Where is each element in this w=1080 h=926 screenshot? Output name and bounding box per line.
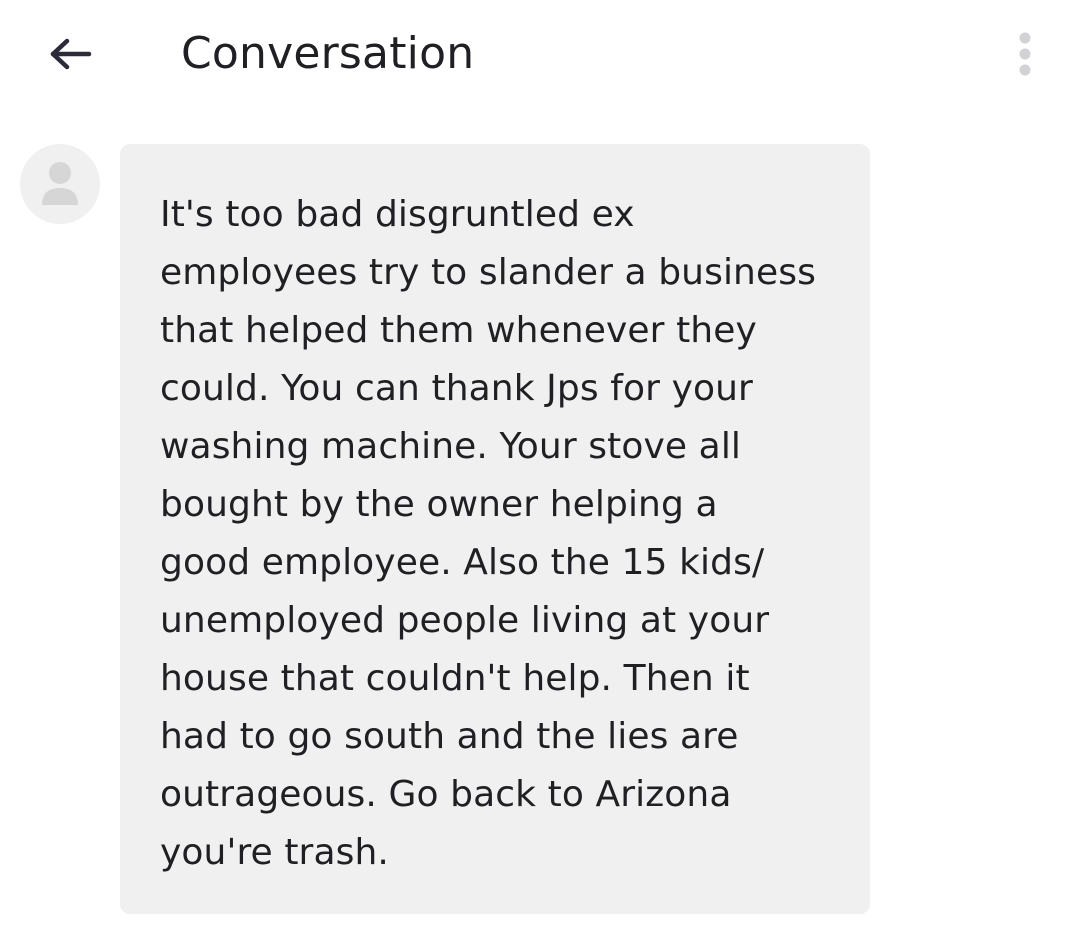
message-line: employees try to slander a business — [160, 252, 816, 293]
message-line: had to go south and the lies are — [160, 716, 739, 757]
app-header: Conversation — [0, 0, 1080, 110]
message-bubble: It's too bad disgruntled ex employees tr… — [120, 144, 870, 914]
arrow-left-icon — [50, 38, 92, 70]
message-line: washing machine. Your stove all — [160, 426, 742, 467]
message-text: It's too bad disgruntled ex employees tr… — [160, 186, 850, 882]
more-vertical-icon — [1019, 32, 1031, 76]
message-line: could. You can thank Jps for your — [160, 368, 753, 409]
message-line: bought by the owner helping a — [160, 484, 718, 525]
message-line: It's too bad disgruntled ex — [160, 194, 635, 235]
page-title: Conversation — [181, 28, 475, 79]
message-line: outrageous. Go back to Arizona — [160, 774, 732, 815]
back-button[interactable] — [40, 28, 100, 80]
message-line: you're trash. — [160, 832, 389, 873]
message-line: good employee. Also the 15 kids/ — [160, 542, 765, 583]
message-line: unemployed people living at your — [160, 600, 770, 641]
user-icon — [42, 162, 78, 205]
message-line: that helped them whenever they — [160, 310, 757, 351]
more-options-button[interactable] — [1005, 28, 1045, 80]
message-line: house that couldn't help. Then it — [160, 658, 750, 699]
avatar[interactable] — [20, 144, 100, 224]
